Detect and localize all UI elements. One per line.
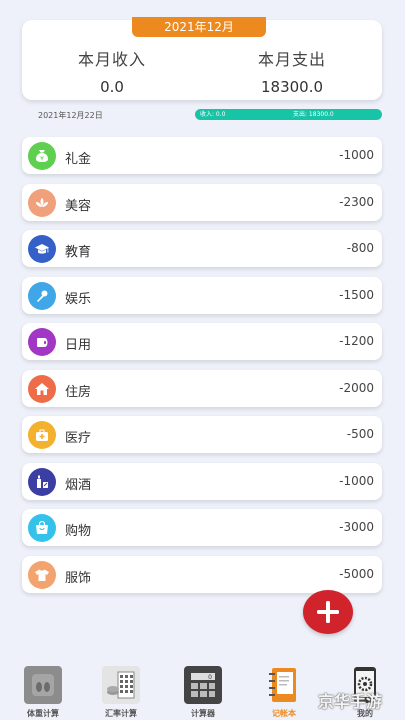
record-amount: -3000 [339,520,374,534]
svg-text:0: 0 [208,674,212,681]
tab-label: 计算器 [191,709,215,718]
daily-income-text: 收入: 0.0 [200,111,226,118]
tab-weight[interactable]: 体重计算 [8,666,78,719]
add-record-button[interactable] [303,590,353,634]
expense-value: 18300.0 [260,78,324,96]
record-category: 娱乐 [65,291,92,307]
record-row[interactable]: 日用 -1200 [22,323,382,360]
svg-text:¥: ¥ [40,156,44,163]
record-row[interactable]: 美容 -2300 [22,183,382,221]
scale-icon [24,666,62,704]
record-amount: -1200 [339,334,374,348]
expense-label: 本月支出 [257,50,326,69]
date-text: 2021年12月22日 [38,111,103,120]
record-category: 医疗 [65,431,92,446]
month-selector[interactable]: 2021年12月 [132,17,266,37]
tab-label: 体重计算 [27,709,59,718]
record-row[interactable]: ¥ 礼金 -1000 [22,137,382,174]
tab-notebook[interactable]: 记帐本 [249,666,319,719]
calculator-icon: 0 [184,666,222,704]
record-amount: -5000 [339,566,374,581]
notebook-icon [265,666,303,704]
tab-label: 记帐本 [272,709,296,718]
bottle-icon [28,467,56,496]
income-summary: 本月收入 0.0 [22,46,202,96]
daily-total-pill: 收入: 0.0 支出: 18300.0 [195,109,382,120]
expense-summary: 本月支出 18300.0 [202,46,382,96]
record-row[interactable]: 住房 -2000 [22,369,382,407]
record-row[interactable]: 医疗 -500 [22,416,382,453]
record-category: 购物 [65,524,92,539]
tab-exchange-rate[interactable]: 汇率计算 [86,666,156,719]
calculator-coins-icon [102,666,140,704]
money-bag-icon: ¥ [28,142,56,170]
shopping-bag-icon [28,514,56,542]
record-amount: -800 [346,241,374,255]
record-amount: -1000 [339,148,374,162]
date-row: 2021年12月22日 收入: 0.0 支出: 18300.0 [22,109,382,123]
record-category: 日用 [65,338,92,353]
record-amount: -500 [346,427,374,441]
record-row[interactable]: 服饰 -5000 [22,555,382,593]
tab-label: 汇率计算 [105,709,137,718]
watermark: 京华手游 [318,692,383,711]
record-amount: -2000 [339,380,374,395]
record-list: ¥ 礼金 -1000 美容 -2300 教育 -800 娱乐 -1500 日用 … [22,137,382,602]
microphone-icon [28,281,56,310]
income-value: 0.0 [100,78,124,96]
medical-kit-icon [28,421,56,449]
month-summary-card: 2021年12月 本月收入 0.0 本月支出 18300.0 [22,17,382,100]
record-amount: -2300 [339,194,374,209]
record-row[interactable]: 烟酒 -1000 [22,462,382,500]
record-category: 服饰 [65,570,92,586]
record-category: 烟酒 [65,477,92,493]
income-label: 本月收入 [77,50,146,69]
toilet-paper-icon [28,328,56,356]
plus-icon [317,601,339,623]
house-icon [28,374,56,403]
record-category: 教育 [65,245,92,260]
lotus-icon [28,188,56,217]
record-amount: -1500 [339,287,374,302]
record-amount: -1000 [339,473,374,488]
graduation-cap-icon [28,235,56,263]
daily-expense-text: 支出: 18300.0 [293,111,334,118]
record-category: 住房 [65,384,92,400]
shirt-icon [28,560,56,589]
tab-calculator[interactable]: 0 计算器 [168,666,238,719]
record-category: 礼金 [65,152,92,167]
record-row[interactable]: 教育 -800 [22,230,382,267]
record-row[interactable]: 购物 -3000 [22,509,382,546]
record-category: 美容 [65,198,92,214]
record-row[interactable]: 娱乐 -1500 [22,276,382,314]
